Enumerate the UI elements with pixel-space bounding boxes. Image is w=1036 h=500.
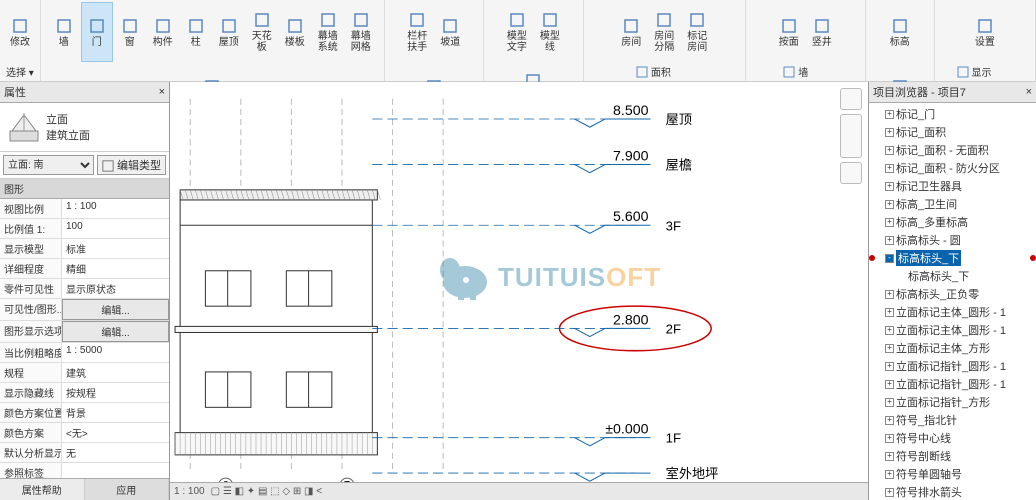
ribbon-窗[interactable]: 窗 bbox=[114, 2, 146, 62]
prop-可见性/图形...[interactable]: 编辑... bbox=[62, 299, 169, 320]
tree-标记_面积[interactable]: +标记_面积 bbox=[871, 123, 1034, 141]
tree-标高标头 - 圆[interactable]: +标高标头 - 圆 bbox=[871, 231, 1034, 249]
prop-规程[interactable]: 建筑 bbox=[62, 363, 169, 382]
nav-wheel[interactable] bbox=[840, 162, 862, 184]
props-help[interactable]: 属性帮助 bbox=[0, 479, 85, 500]
ribbon-标记房间[interactable]: 标记房间 bbox=[681, 2, 713, 62]
ribbon-栏杆扶手[interactable]: 栏杆扶手 bbox=[401, 2, 433, 62]
prop-视图比例[interactable]: 1 : 100 bbox=[62, 199, 169, 218]
browser-header: 项目浏览器 - 项目7 × bbox=[869, 82, 1036, 103]
select-dd[interactable]: 选择 ▾ bbox=[6, 64, 34, 79]
tree-标记卫生器具[interactable]: +标记卫生器具 bbox=[871, 177, 1034, 195]
props-close[interactable]: × bbox=[159, 86, 165, 98]
tree-标高_多重标高[interactable]: +标高_多重标高 bbox=[871, 213, 1034, 231]
tree-符号排水箭头[interactable]: +符号排水箭头 bbox=[871, 483, 1034, 500]
tree-立面标记指针_方形[interactable]: +立面标记指针_方形 bbox=[871, 393, 1034, 411]
ribbon-墙[interactable]: 墙 bbox=[778, 63, 832, 80]
svg-text:5.600: 5.600 bbox=[613, 209, 649, 225]
svg-text:1F: 1F bbox=[666, 431, 681, 446]
props-instance-select[interactable]: 立面: 南 bbox=[3, 155, 94, 175]
ribbon-房间分隔[interactable]: 房间分隔 bbox=[648, 2, 680, 62]
tree-符号中心线[interactable]: +符号中心线 bbox=[871, 429, 1034, 447]
ribbon-显示[interactable]: 显示 bbox=[952, 63, 1019, 80]
svg-text:屋檐: 屋檐 bbox=[666, 158, 692, 173]
svg-text:7.900: 7.900 bbox=[613, 149, 649, 165]
nav-cube[interactable] bbox=[840, 114, 862, 158]
tree-标高_卫生间[interactable]: +标高_卫生间 bbox=[871, 195, 1034, 213]
ribbon-竖井[interactable]: 竖井 bbox=[806, 2, 838, 62]
props-header: 属性 × bbox=[0, 82, 169, 103]
prop-颜色方案位置[interactable]: 背景 bbox=[62, 403, 169, 422]
tree-立面标记指针_圆形 - 1[interactable]: +立面标记指针_圆形 - 1 bbox=[871, 375, 1034, 393]
ribbon-面积[interactable]: 面积 bbox=[631, 63, 698, 80]
ribbon-构件[interactable]: 构件 bbox=[147, 2, 179, 62]
ribbon-按面[interactable]: 按面 bbox=[773, 2, 805, 62]
tree-符号剖断线[interactable]: +符号剖断线 bbox=[871, 447, 1034, 465]
tree-标高标头_正负零[interactable]: +标高标头_正负零 bbox=[871, 285, 1034, 303]
tree-符号_指北针[interactable]: +符号_指北针 bbox=[871, 411, 1034, 429]
svg-text:8.500: 8.500 bbox=[613, 103, 649, 119]
prop-比例值 1:[interactable]: 100 bbox=[62, 219, 169, 238]
nav-home[interactable] bbox=[840, 88, 862, 110]
ribbon-墙[interactable]: 墙 bbox=[48, 2, 80, 62]
tree-标高标头_下[interactable]: -标高标头_下 bbox=[871, 249, 1034, 267]
prop-显示隐藏线[interactable]: 按规程 bbox=[62, 383, 169, 402]
svg-text:3F: 3F bbox=[666, 218, 681, 233]
watermark: TUITUISOFT bbox=[430, 252, 661, 302]
tree-立面标记主体_圆形 - 1[interactable]: +立面标记主体_圆形 - 1 bbox=[871, 303, 1034, 321]
svg-text:2F: 2F bbox=[666, 321, 681, 336]
tree-标记_面积 - 无面积[interactable]: +标记_面积 - 无面积 bbox=[871, 141, 1034, 159]
ribbon-修改[interactable]: 修改 bbox=[4, 2, 36, 62]
ribbon-幕墙网格[interactable]: 幕墙网格 bbox=[345, 2, 377, 62]
prop-参照标签[interactable] bbox=[62, 463, 169, 478]
prop-颜色方案[interactable]: <无> bbox=[62, 423, 169, 442]
props-type[interactable]: 立面建筑立面 bbox=[0, 103, 169, 152]
ribbon-屋顶[interactable]: 屋顶 bbox=[213, 2, 245, 62]
ribbon-天花板[interactable]: 天花板 bbox=[246, 2, 278, 62]
svg-text:室外地坪: 室外地坪 bbox=[666, 465, 719, 481]
tree-立面标记主体_方形[interactable]: +立面标记主体_方形 bbox=[871, 339, 1034, 357]
browser-close[interactable]: × bbox=[1026, 86, 1032, 98]
prop-详细程度[interactable]: 精细 bbox=[62, 259, 169, 278]
svg-text:屋顶: 屋顶 bbox=[666, 112, 692, 127]
ribbon-模型线[interactable]: 模型线 bbox=[534, 2, 566, 62]
tree-立面标记指针_圆形 - 1[interactable]: +立面标记指针_圆形 - 1 bbox=[871, 357, 1034, 375]
tree-标记_门[interactable]: +标记_门 bbox=[871, 105, 1034, 123]
canvas[interactable]: 678.500屋顶7.900屋檐5.6003F2.8002F±0.0001F室外… bbox=[170, 82, 868, 500]
edit-type-btn[interactable]: 编辑类型 bbox=[97, 155, 166, 175]
prop-零件可见性[interactable]: 显示原状态 bbox=[62, 279, 169, 298]
ribbon-模型文字[interactable]: 模型文字 bbox=[501, 2, 533, 62]
ribbon-设置[interactable]: 设置 bbox=[969, 2, 1001, 62]
ribbon-楼板[interactable]: 楼板 bbox=[279, 2, 311, 62]
prop-当比例粗略度...[interactable]: 1 : 5000 bbox=[62, 343, 169, 362]
scale[interactable]: 1 : 100 bbox=[174, 486, 205, 497]
prop-默认分析显示...[interactable]: 无 bbox=[62, 443, 169, 462]
props-apply[interactable]: 应用 bbox=[85, 479, 170, 500]
svg-text:±0.000: ±0.000 bbox=[605, 422, 648, 438]
tree-标记_面积 - 防火分区[interactable]: +标记_面积 - 防火分区 bbox=[871, 159, 1034, 177]
tree-符号单圆轴号[interactable]: +符号单圆轴号 bbox=[871, 465, 1034, 483]
ribbon-幕墙系统[interactable]: 幕墙系统 bbox=[312, 2, 344, 62]
sb-icons[interactable]: ▢ ☰ ◧ ✦ ▤ ⬚ ◇ ⊞ ◨ < bbox=[211, 486, 323, 497]
status-bar: 1 : 100 ▢ ☰ ◧ ✦ ▤ ⬚ ◇ ⊞ ◨ < bbox=[170, 482, 868, 500]
svg-text:2.800: 2.800 bbox=[613, 312, 649, 328]
tree-标高标头_下[interactable]: 标高标头_下 bbox=[871, 267, 1034, 285]
ribbon-门[interactable]: 门 bbox=[81, 2, 113, 62]
prop-图形显示选项[interactable]: 编辑... bbox=[62, 321, 169, 342]
ribbon-房间[interactable]: 房间 bbox=[615, 2, 647, 62]
tree-立面标记主体_圆形 - 1[interactable]: +立面标记主体_圆形 - 1 bbox=[871, 321, 1034, 339]
prop-显示模型[interactable]: 标准 bbox=[62, 239, 169, 258]
ribbon-柱[interactable]: 柱 bbox=[180, 2, 212, 62]
ribbon-坡道[interactable]: 坡道 bbox=[434, 2, 466, 62]
ribbon-标高[interactable]: 标高 bbox=[884, 2, 916, 62]
